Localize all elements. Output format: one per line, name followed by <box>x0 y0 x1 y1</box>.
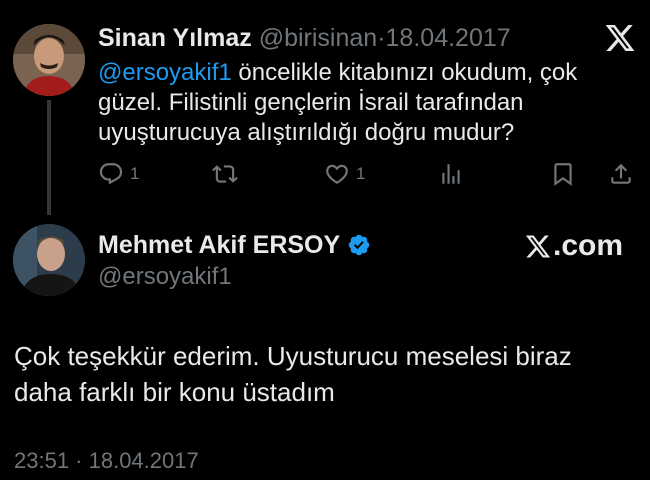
reply-tweet-text: @ersoyakif1 öncelikle kitabınızı okudum,… <box>98 58 598 148</box>
reply-button[interactable]: 1 <box>98 158 139 190</box>
reply-count: 1 <box>130 164 140 183</box>
mention-link[interactable]: @ersoyakif1 <box>98 59 232 86</box>
reply-icon <box>99 163 123 185</box>
main-tweet-text: Çok teşekkür ederim. Uyusturucu meselesi… <box>14 341 572 407</box>
bookmark-button[interactable] <box>550 158 576 190</box>
author-name[interactable]: Sinan Yılmaz <box>98 24 252 52</box>
heart-icon <box>326 164 348 184</box>
tweet-timestamp[interactable]: 23:51 · 18.04.2017 <box>14 447 199 475</box>
verified-badge-icon <box>348 234 370 256</box>
views-icon <box>442 164 460 184</box>
views-button[interactable] <box>438 158 464 190</box>
like-count: 1 <box>356 164 366 183</box>
like-button[interactable]: 1 <box>324 158 365 190</box>
reply-tweet-header: Sinan Yılmaz @birisinan·18.04.2017 <box>98 23 511 53</box>
retweet-icon <box>212 165 238 183</box>
retweet-button[interactable] <box>212 158 238 190</box>
avatar-photo <box>13 224 85 296</box>
avatar-photo <box>13 24 85 96</box>
separator-dot: · <box>377 24 386 52</box>
x-logo-icon <box>605 25 635 51</box>
share-button[interactable] <box>608 158 634 190</box>
author-handle[interactable]: @ersoyakif1 <box>98 262 232 292</box>
author-name[interactable]: Mehmet Akif ERSOY <box>98 229 340 261</box>
tweet-date[interactable]: 18.04.2017 <box>386 24 511 52</box>
bookmark-icon <box>554 163 572 186</box>
tweet-actions-bar: 1 1 <box>98 158 638 190</box>
author-handle[interactable]: @birisinan <box>259 24 377 52</box>
share-icon <box>611 163 631 184</box>
x-com-watermark: .com <box>524 228 623 264</box>
x-logo-icon <box>525 235 551 257</box>
watermark-text: .com <box>553 229 624 262</box>
main-tweet-header: Mehmet Akif ERSOY <box>98 229 371 261</box>
avatar[interactable] <box>13 224 85 296</box>
thread-connector-line <box>47 100 51 215</box>
avatar[interactable] <box>13 24 85 96</box>
